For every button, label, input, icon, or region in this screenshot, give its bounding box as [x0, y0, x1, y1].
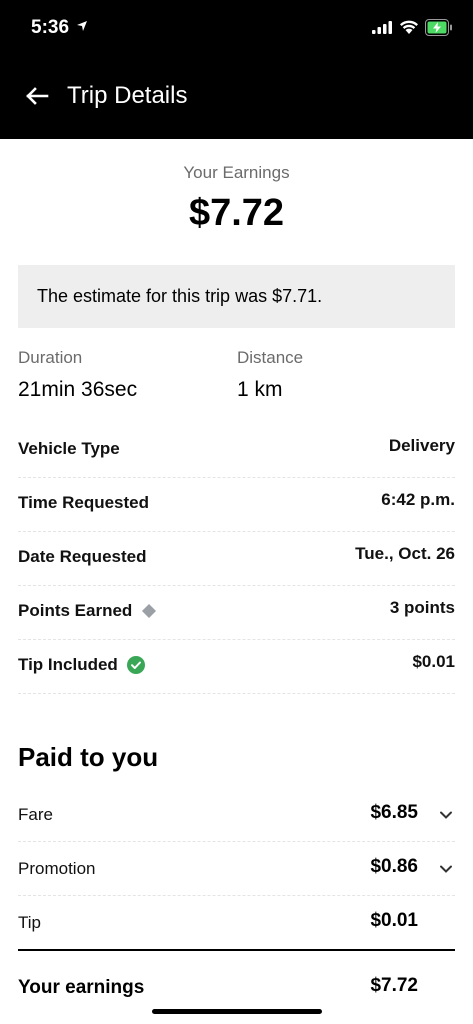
- battery-charging-icon: [425, 19, 452, 36]
- check-circle-icon: [126, 656, 145, 674]
- section-title-paid: Paid to you: [18, 742, 159, 772]
- status-time: 5:36: [31, 17, 70, 38]
- page-title: Trip Details: [67, 82, 188, 109]
- pay-label: Fare: [18, 805, 53, 824]
- pay-label: Tip: [18, 913, 41, 932]
- pay-row-promotion[interactable]: Promotion $0.86: [18, 842, 455, 896]
- home-indicator[interactable]: [152, 1009, 322, 1014]
- location-arrow-icon: [77, 21, 87, 31]
- detail-label-wrap: Points Earned: [18, 601, 157, 621]
- detail-label: Points Earned: [18, 601, 133, 620]
- chevron-down-icon[interactable]: [439, 864, 453, 874]
- detail-label: Tip Included: [18, 655, 118, 674]
- detail-value: $0.01: [412, 652, 455, 671]
- wifi-icon: [400, 20, 418, 34]
- detail-row-date-requested: Date Requested Tue., Oct. 26: [18, 532, 455, 586]
- detail-value: Delivery: [388, 436, 455, 455]
- pay-row-fare[interactable]: Fare $6.85: [18, 788, 455, 842]
- total-divider: [18, 949, 455, 951]
- estimate-text: The estimate for this trip was $7.71.: [37, 286, 323, 306]
- cellular-signal-icon: [372, 21, 392, 34]
- status-bar: 5:36: [0, 0, 473, 56]
- pay-row-tip: Tip $0.01: [18, 896, 455, 950]
- pay-label: Promotion: [18, 859, 96, 878]
- total-value: $7.72: [370, 975, 418, 996]
- detail-row-points-earned: Points Earned 3 points: [18, 586, 455, 640]
- detail-label-wrap: Tip Included: [18, 655, 145, 675]
- duration-value: 21min 36sec: [18, 378, 138, 401]
- detail-row-tip-included: Tip Included $0.01: [18, 640, 455, 694]
- distance-value: 1 km: [237, 378, 283, 401]
- detail-label: Vehicle Type: [18, 439, 120, 458]
- earnings-value: $7.72: [188, 192, 285, 234]
- chevron-down-icon[interactable]: [439, 810, 453, 820]
- detail-value: Tue., Oct. 26: [355, 544, 455, 563]
- detail-value: 3 points: [389, 598, 455, 617]
- header-bar: Trip Details: [0, 56, 473, 139]
- detail-row-vehicle-type: Vehicle Type Delivery: [18, 424, 455, 478]
- duration-label: Duration: [18, 348, 83, 367]
- estimate-banner: The estimate for this trip was $7.71.: [18, 265, 455, 328]
- detail-label: Date Requested: [18, 547, 147, 566]
- detail-value: 6:42 p.m.: [381, 490, 455, 509]
- detail-label: Time Requested: [18, 493, 150, 512]
- detail-row-time-requested: Time Requested 6:42 p.m.: [18, 478, 455, 532]
- pay-value: $6.85: [370, 802, 418, 823]
- diamond-icon[interactable]: [141, 603, 157, 619]
- pay-value: $0.86: [370, 856, 418, 877]
- pay-value: $0.01: [370, 910, 418, 931]
- earnings-label: Your Earnings: [183, 163, 290, 182]
- total-label: Your earnings: [18, 977, 145, 998]
- back-arrow-icon[interactable]: [22, 80, 54, 112]
- distance-label: Distance: [237, 348, 304, 367]
